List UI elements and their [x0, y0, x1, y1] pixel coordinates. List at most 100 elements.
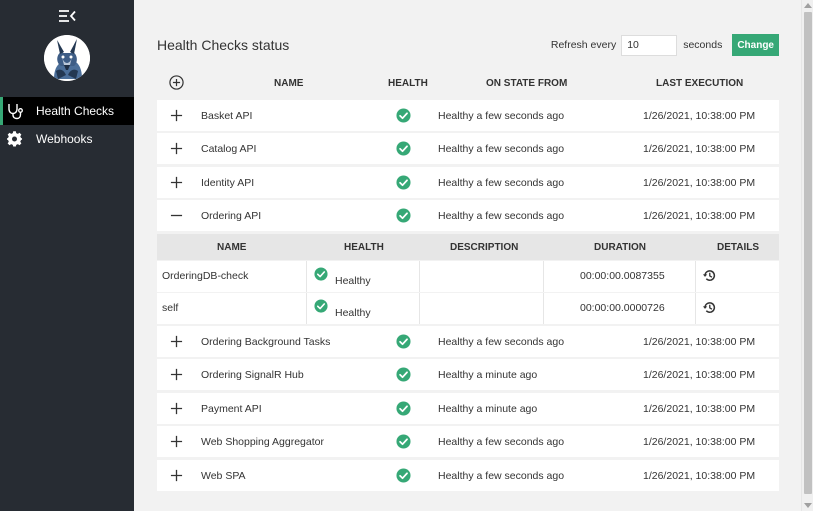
sidebar-item-health-checks[interactable]: Health Checks: [0, 97, 134, 125]
table-row-expanded[interactable]: Ordering API Healthy a few seconds ago 1…: [157, 200, 779, 231]
healthy-check-icon: [396, 208, 411, 223]
on-state-from: Healthy a few seconds ago: [438, 143, 565, 155]
table-row[interactable]: Ordering Background Tasks Healthy a few …: [157, 326, 779, 357]
on-state-from: Healthy a few seconds ago: [438, 177, 565, 189]
healthy-check-icon: [314, 299, 328, 313]
refresh-unit-label: seconds: [683, 39, 723, 51]
page-title: Health Checks status: [157, 37, 290, 53]
expand-icon[interactable]: [170, 402, 183, 415]
on-state-from: Healthy a few seconds ago: [438, 336, 565, 348]
check-name: OrderingDB-check: [162, 270, 249, 282]
cell-divider: [419, 261, 420, 292]
table-row[interactable]: Web Shopping Aggregator Healthy a few se…: [157, 426, 779, 457]
service-name: Ordering SignalR Hub: [201, 369, 304, 381]
check-health: Healthy: [335, 275, 371, 287]
vertical-scrollbar[interactable]: [801, 0, 813, 511]
healthy-check-icon: [396, 434, 411, 449]
cell-divider: [695, 293, 696, 324]
expand-icon[interactable]: [170, 335, 183, 348]
check-duration: 00:00:00.0087355: [580, 270, 665, 282]
husky-dog-logo: [44, 35, 90, 81]
table-row[interactable]: Web SPA Healthy a few seconds ago 1/26/2…: [157, 460, 779, 491]
table-header: NAME HEALTH ON STATE FROM LAST EXECUTION: [157, 72, 779, 94]
change-button[interactable]: Change: [732, 34, 779, 56]
service-name: Web SPA: [201, 470, 246, 482]
details-column-name: NAME: [217, 242, 247, 253]
cell-divider: [543, 293, 544, 324]
check-name: self: [162, 302, 179, 314]
table-row[interactable]: Basket API Healthy a few seconds ago 1/2…: [157, 100, 779, 131]
details-table: NAME HEALTH DESCRIPTION DURATION DETAILS…: [157, 234, 779, 324]
last-execution: 1/26/2021, 10:38:00 PM: [643, 470, 756, 482]
scroll-up-arrow-icon[interactable]: [804, 3, 812, 8]
expand-icon[interactable]: [170, 435, 183, 448]
on-state-from: Healthy a few seconds ago: [438, 110, 565, 122]
refresh-label: Refresh every: [550, 39, 617, 51]
expand-icon[interactable]: [170, 176, 183, 189]
sidebar-item-label: Webhooks: [36, 132, 93, 146]
on-state-from: Healthy a few seconds ago: [438, 470, 565, 482]
scroll-down-arrow-icon[interactable]: [804, 503, 812, 508]
column-header-health: HEALTH: [388, 78, 428, 89]
cell-divider: [543, 261, 544, 292]
details-column-health: HEALTH: [344, 242, 384, 253]
cell-divider: [306, 261, 307, 292]
cell-divider: [695, 261, 696, 292]
table-row[interactable]: Payment API Healthy a minute ago 1/26/20…: [157, 393, 779, 424]
healthy-check-icon: [396, 175, 411, 190]
service-name: Ordering API: [201, 210, 262, 222]
cell-divider: [419, 293, 420, 324]
last-execution: 1/26/2021, 10:38:00 PM: [643, 369, 756, 381]
table-row[interactable]: Identity API Healthy a few seconds ago 1…: [157, 167, 779, 198]
menu-collapse-icon[interactable]: [58, 8, 76, 24]
details-column-details: DETAILS: [717, 242, 760, 253]
expand-icon[interactable]: [170, 109, 183, 122]
collapse-icon[interactable]: [170, 209, 183, 222]
last-execution: 1/26/2021, 10:38:00 PM: [643, 403, 756, 415]
last-execution: 1/26/2021, 10:38:00 PM: [643, 110, 756, 122]
last-execution: 1/26/2021, 10:38:00 PM: [643, 436, 756, 448]
last-execution: 1/26/2021, 10:38:00 PM: [643, 177, 756, 189]
healthy-check-icon: [396, 367, 411, 382]
table-row[interactable]: Catalog API Healthy a few seconds ago 1/…: [157, 133, 779, 164]
expand-icon[interactable]: [170, 368, 183, 381]
details-row: OrderingDB-check Healthy 00:00:00.008735…: [157, 261, 779, 292]
check-duration: 00:00:00.0000726: [580, 302, 665, 314]
main-content: Health Checks status Refresh every secon…: [134, 0, 801, 511]
sidebar: Health Checks Webhooks: [0, 0, 134, 511]
expand-all-icon[interactable]: [169, 75, 184, 90]
column-header-on-state-from: ON STATE FROM: [486, 78, 568, 89]
cell-divider: [306, 293, 307, 324]
service-name: Payment API: [201, 403, 262, 415]
expand-icon[interactable]: [170, 142, 183, 155]
expand-icon[interactable]: [170, 469, 183, 482]
healthy-check-icon: [396, 468, 411, 483]
last-execution: 1/26/2021, 10:38:00 PM: [643, 336, 756, 348]
sidebar-item-webhooks[interactable]: Webhooks: [0, 125, 134, 153]
on-state-from: Healthy a minute ago: [438, 403, 538, 415]
refresh-control: Refresh every seconds Change: [551, 34, 779, 56]
on-state-from: Healthy a few seconds ago: [438, 210, 565, 222]
sidebar-item-label: Health Checks: [36, 104, 115, 118]
on-state-from: Healthy a few seconds ago: [438, 436, 565, 448]
details-column-duration: DURATION: [594, 242, 647, 253]
check-health: Healthy: [335, 307, 371, 319]
scrollbar-thumb[interactable]: [804, 12, 812, 494]
history-icon[interactable]: [702, 300, 717, 315]
details-row: self Healthy 00:00:00.0000726: [157, 293, 779, 324]
healthy-check-icon: [314, 267, 328, 281]
details-table-header: NAME HEALTH DESCRIPTION DURATION DETAILS: [157, 234, 779, 260]
details-column-description: DESCRIPTION: [450, 242, 519, 253]
healthy-check-icon: [396, 141, 411, 156]
column-header-name: NAME: [274, 78, 304, 89]
table-row[interactable]: Ordering SignalR Hub Healthy a minute ag…: [157, 359, 779, 390]
healthy-check-icon: [396, 334, 411, 349]
refresh-interval-input[interactable]: [621, 34, 678, 56]
on-state-from: Healthy a minute ago: [438, 369, 538, 381]
gear-icon: [6, 130, 24, 148]
column-header-last-execution: LAST EXECUTION: [656, 78, 744, 89]
stethoscope-icon: [6, 102, 24, 120]
service-name: Identity API: [201, 177, 255, 189]
history-icon[interactable]: [702, 268, 717, 283]
last-execution: 1/26/2021, 10:38:00 PM: [643, 210, 756, 222]
